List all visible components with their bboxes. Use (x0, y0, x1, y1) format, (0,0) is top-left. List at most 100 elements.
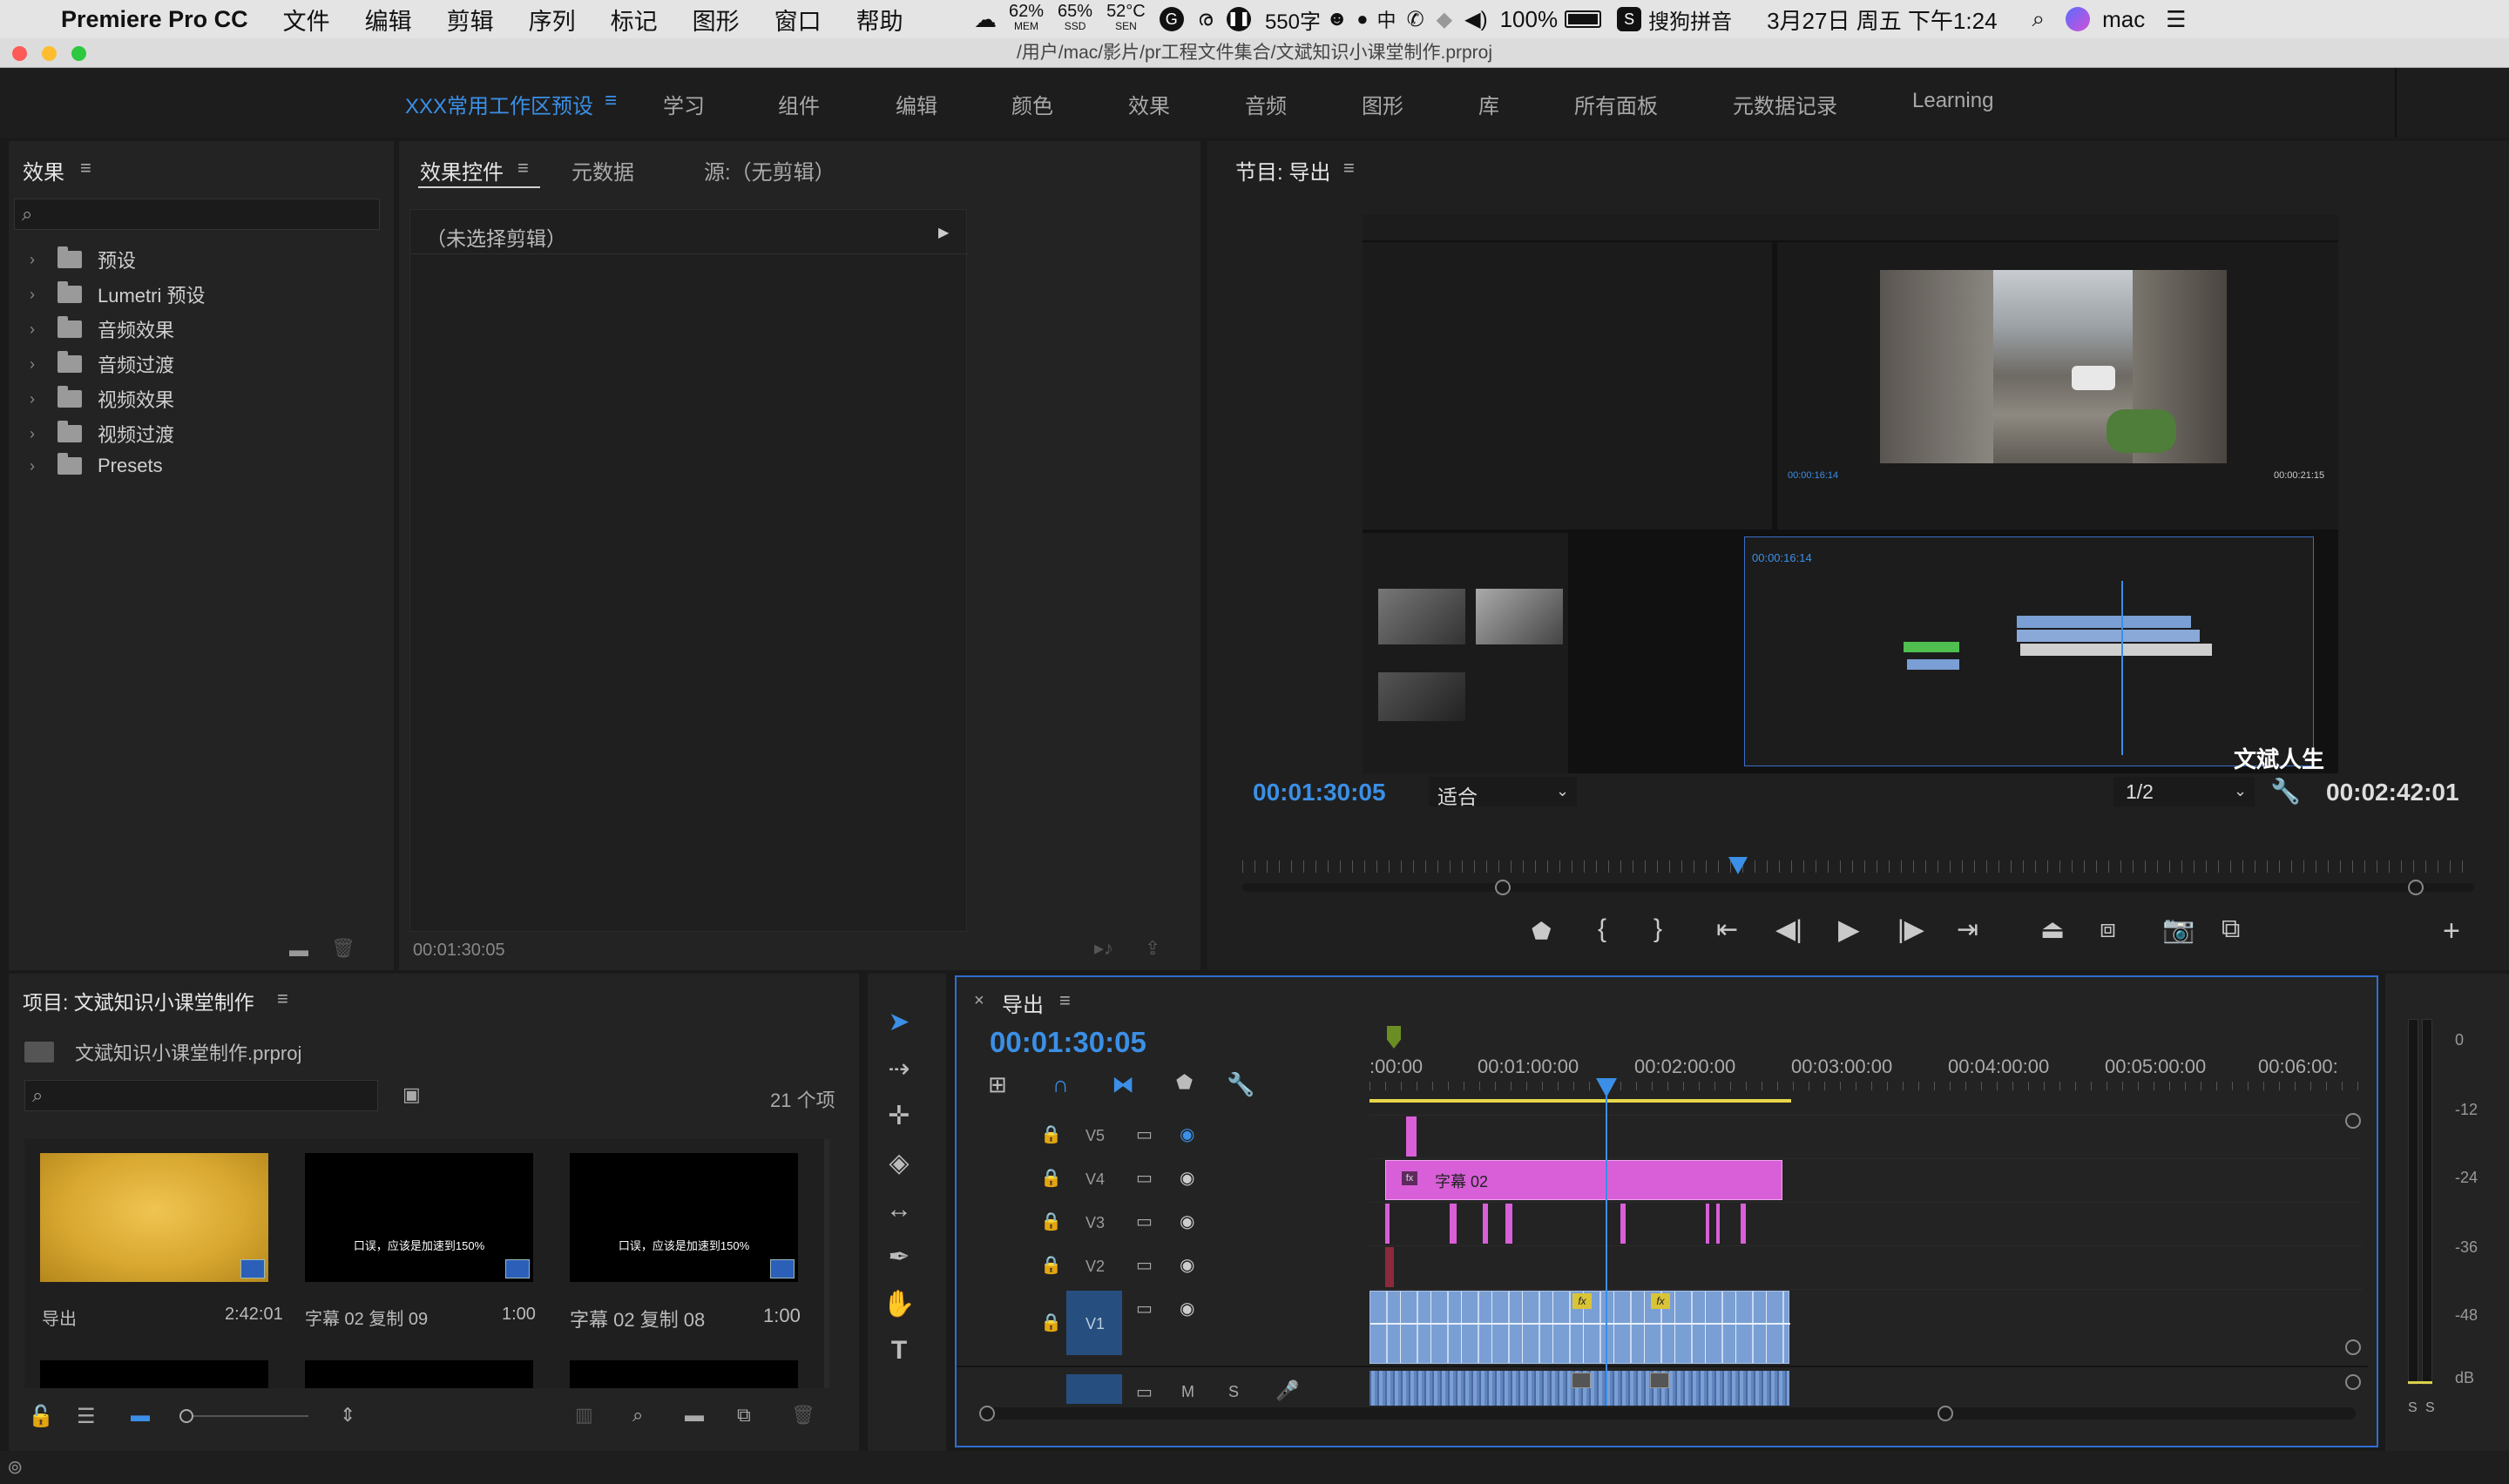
new-bin-icon[interactable]: ▬ (289, 939, 308, 961)
workspace-tab-learning[interactable]: Learning (1912, 89, 1993, 113)
project-scrollbar[interactable] (824, 1139, 829, 1388)
program-playhead-timecode[interactable]: 00:01:30:05 (1253, 779, 1386, 806)
zoom-slider-handle[interactable] (179, 1409, 193, 1423)
type-tool-icon[interactable]: T (880, 1336, 918, 1374)
button-editor-plus-icon[interactable]: + (2443, 914, 2460, 948)
eye-icon[interactable]: ◉ (1180, 1298, 1194, 1319)
sync-lock-icon[interactable]: ▭ (1136, 1167, 1153, 1189)
timeline-playhead-line[interactable] (1606, 1094, 1607, 1406)
effects-panel-title[interactable]: 效果 (23, 155, 64, 186)
new-item-icon[interactable]: ⧉ (737, 1404, 751, 1427)
workspace-tab-learn[interactable]: 学习 (663, 89, 705, 119)
eye-icon[interactable]: ◉ (1180, 1254, 1194, 1276)
workspace-tab-metadata[interactable]: 元数据记录 (1733, 89, 1837, 119)
mute-button[interactable]: M (1181, 1383, 1194, 1401)
menu-sequence[interactable]: 序列 (529, 3, 576, 37)
wifi-icon[interactable]: ◆ (1437, 7, 1452, 32)
menu-marker[interactable]: 标记 (611, 3, 658, 37)
siri-icon[interactable] (2066, 7, 2091, 31)
workspace-menu-icon[interactable]: ≡ (605, 89, 617, 113)
timeline-playhead-timecode[interactable]: 00:01:30:05 (990, 1026, 1146, 1059)
export-frame-camera-icon[interactable]: 📷 (2162, 914, 2195, 945)
effects-item-lumetri[interactable]: › Lumetri 预设 (30, 280, 205, 308)
project-item-thumb[interactable] (305, 1360, 533, 1388)
project-item-thumb[interactable] (40, 1360, 268, 1388)
lift-icon[interactable]: ⏏ (2040, 914, 2065, 945)
menu-window[interactable]: 窗口 (774, 3, 822, 37)
chevron-right-icon[interactable]: › (30, 355, 45, 374)
timeline-clip-v3[interactable] (1483, 1204, 1488, 1244)
sync-lock-icon[interactable]: ▭ (1136, 1211, 1153, 1232)
effects-item-presets-en[interactable]: › Presets (30, 453, 163, 477)
close-tab-icon[interactable]: × (974, 991, 984, 1011)
expand-arrow-icon[interactable]: ▶ (938, 224, 949, 241)
program-time-ruler[interactable] (1242, 860, 2474, 873)
workspace-tab-graphics[interactable]: 图形 (1362, 89, 1403, 119)
track-lock-icon[interactable]: 🔒 (1040, 1123, 1062, 1145)
toggle-output-icon[interactable]: ◉ (1180, 1123, 1194, 1145)
timeline-clip-v3[interactable] (1385, 1204, 1390, 1244)
mic-icon[interactable]: ● (1356, 8, 1368, 30)
input-method[interactable]: 搜狗拼音 (1648, 4, 1732, 35)
menu-clip[interactable]: 剪辑 (447, 3, 494, 37)
chevron-right-icon[interactable]: › (30, 286, 45, 304)
timeline-clip-v1[interactable]: fx fx (1369, 1291, 1790, 1364)
timeline-settings-wrench-icon[interactable]: 🔧 (1227, 1071, 1254, 1098)
app-name-menu[interactable]: Premiere Pro CC (61, 6, 248, 33)
effects-item-audio-effects[interactable]: › 音频效果 (30, 315, 174, 343)
fit-dropdown[interactable]: 适合 ⌄ (1429, 777, 1577, 808)
sync-lock-icon[interactable]: ▭ (1136, 1254, 1153, 1276)
play-icon[interactable]: ▶ (1838, 913, 1860, 946)
resolution-dropdown[interactable]: 1/2 ⌄ (2113, 777, 2255, 806)
workspace-tab-all-panels[interactable]: 所有面板 (1574, 89, 1658, 119)
workspace-tab-audio[interactable]: 音频 (1245, 89, 1287, 119)
track-select-tool-icon[interactable]: ⇢ (880, 1054, 918, 1092)
timeline-clip-subtitle-02[interactable]: fx 字幕 02 (1385, 1160, 1782, 1200)
cloud-icon[interactable]: ☁ (974, 6, 997, 33)
timeline-tab-title[interactable]: 导出 (1002, 988, 1044, 1018)
workspace-tab-assembly[interactable]: 组件 (778, 89, 820, 119)
track-lock-icon[interactable]: 🔒 (1040, 1167, 1062, 1189)
horizontal-scrollbar[interactable] (979, 1407, 2356, 1420)
workspace-tab-effects[interactable]: 效果 (1128, 89, 1170, 119)
automate-to-sequence-icon[interactable]: ▥ (575, 1404, 593, 1427)
notification-center-icon[interactable]: ☰ (2166, 6, 2186, 33)
horizontal-scroll-handle-right[interactable] (1938, 1406, 1953, 1421)
program-monitor-menu-icon[interactable]: ≡ (1343, 157, 1355, 179)
pause-icon[interactable]: ❚❚ (1226, 7, 1251, 31)
nest-icon[interactable]: ⊞ (988, 1071, 1007, 1098)
project-item-thumb[interactable]: 口误，应该是加速到150% (305, 1153, 533, 1282)
zoom-window-button[interactable] (71, 46, 86, 61)
chevron-right-icon[interactable]: › (30, 425, 45, 443)
razor-tool-icon[interactable]: ◈ (880, 1148, 918, 1186)
step-back-icon[interactable]: ◀| (1775, 914, 1802, 945)
pen-tool-icon[interactable]: ✒ (880, 1242, 918, 1280)
timeline-clip-v3[interactable] (1706, 1204, 1709, 1244)
sogou-icon[interactable]: S (1617, 7, 1642, 31)
menu-file[interactable]: 文件 (283, 3, 330, 37)
program-monitor-screen[interactable]: 00:00:16:14 00:00:21:15 00:00:16:14 文斌人生 (1363, 214, 2338, 773)
timeline-clip-v2[interactable] (1385, 1247, 1394, 1287)
menu-help[interactable]: 帮助 (856, 3, 903, 37)
effects-panel-menu-icon[interactable]: ≡ (80, 157, 91, 179)
timeline-ruler-ticks[interactable] (1369, 1082, 2363, 1090)
grammarly-icon[interactable]: G (1159, 7, 1184, 31)
add-marker-icon[interactable]: ⬟ (1176, 1071, 1193, 1094)
solo-right-button[interactable]: S (2425, 1400, 2435, 1416)
step-forward-icon[interactable]: |▶ (1897, 914, 1924, 945)
effect-controls-menu-icon[interactable]: ≡ (517, 157, 529, 179)
close-window-button[interactable] (12, 46, 27, 61)
timeline-clip-v3[interactable] (1716, 1204, 1720, 1244)
track-lock-icon[interactable]: 🔒 (1040, 1312, 1062, 1333)
settings-wrench-icon[interactable]: 🔧 (2270, 777, 2301, 806)
voiceover-mic-icon[interactable]: 🎤 (1275, 1379, 1299, 1402)
chevron-right-icon[interactable]: › (30, 457, 45, 476)
tab-metadata[interactable]: 元数据 (571, 155, 634, 186)
extract-icon[interactable]: ⧈ (2100, 914, 2116, 944)
tab-effect-controls[interactable]: 效果控件 (420, 155, 504, 186)
volume-icon[interactable]: ◀) (1464, 7, 1487, 32)
menu-edit[interactable]: 编辑 (365, 3, 412, 37)
timeline-clip-v3[interactable] (1505, 1204, 1512, 1244)
timeline-clip-v3[interactable] (1450, 1204, 1457, 1244)
workspace-tab-editing[interactable]: 编辑 (896, 89, 937, 119)
